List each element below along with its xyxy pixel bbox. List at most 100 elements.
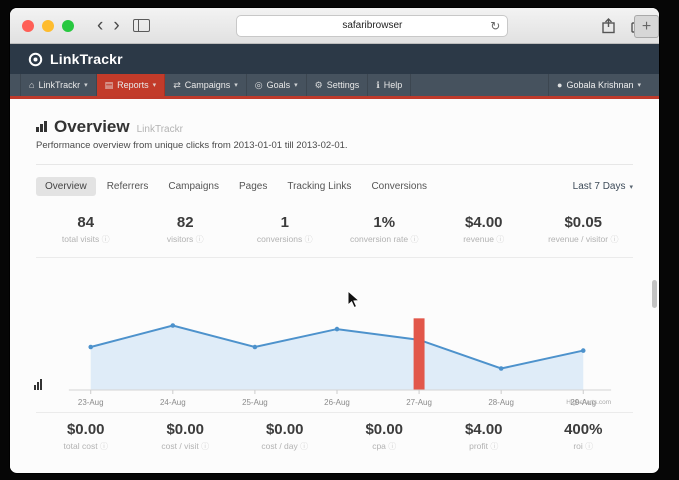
tab-referrers[interactable]: Referrers xyxy=(98,177,158,196)
stat-label: roi ⓘ xyxy=(534,441,634,452)
page-head: Overview LinkTrackr Performance overview… xyxy=(36,117,633,165)
caret-down-icon: ▾ xyxy=(84,81,88,89)
page-description: Performance overview from unique clicks … xyxy=(36,140,633,151)
stat-label: conversions ⓘ xyxy=(235,234,335,245)
brand-name[interactable]: LinkTrackr xyxy=(50,51,123,67)
caret-down-icon: ▾ xyxy=(153,81,157,89)
stat-label: conversion rate ⓘ xyxy=(335,234,435,245)
stat-value: $0.00 xyxy=(36,421,136,438)
stats-row-bottom: $0.00total cost ⓘ$0.00cost / visit ⓘ$0.0… xyxy=(36,421,633,452)
info-icon[interactable]: ⓘ xyxy=(100,442,108,451)
nav-item-label: Settings xyxy=(327,80,360,90)
stat-label: cost / day ⓘ xyxy=(235,441,335,452)
settings-icon: ⚙ xyxy=(315,80,323,91)
window-controls xyxy=(22,20,74,32)
tab-pages[interactable]: Pages xyxy=(230,177,276,196)
main-nav: ⌂LinkTrackr▾▤Reports▾⇄Campaigns▾◎Goals▾⚙… xyxy=(10,74,659,99)
info-icon[interactable]: ⓘ xyxy=(201,442,209,451)
stat-cost-day: $0.00cost / day ⓘ xyxy=(235,421,335,452)
chart-x-label: 25-Aug xyxy=(242,398,268,407)
stat-revenue-visitor: $0.05 revenue / visitor ⓘ xyxy=(534,214,634,245)
info-icon[interactable]: ⓘ xyxy=(102,235,110,244)
info-icon[interactable]: ⓘ xyxy=(388,442,396,451)
chart-marker xyxy=(335,327,340,332)
home-icon: ⌂ xyxy=(29,80,34,90)
address-bar[interactable]: safaribrowser ↻ xyxy=(236,15,508,37)
page-title: Overview xyxy=(54,117,130,137)
help-icon: ℹ xyxy=(376,80,379,91)
info-icon[interactable]: ⓘ xyxy=(300,442,308,451)
info-icon[interactable]: ⓘ xyxy=(610,235,618,244)
stat-value: $0.00 xyxy=(136,421,236,438)
caret-down-icon: ▾ xyxy=(629,183,633,191)
stat-value: 1% xyxy=(335,214,435,231)
date-range-dropdown[interactable]: Last 7 Days▾ xyxy=(573,181,633,192)
info-icon[interactable]: ⓘ xyxy=(196,235,204,244)
stat-roi: 400%roi ⓘ xyxy=(534,421,634,452)
zoom-window-button[interactable] xyxy=(62,20,74,32)
stat-label: profit ⓘ xyxy=(434,441,534,452)
stat-value: $4.00 xyxy=(434,214,534,231)
tab-tracking-links[interactable]: Tracking Links xyxy=(278,177,360,196)
stat-label: total cost ⓘ xyxy=(36,441,136,452)
refresh-icon[interactable]: ↻ xyxy=(490,19,500,33)
chart-marker xyxy=(499,366,504,371)
nav-item-goals[interactable]: ◎Goals▾ xyxy=(247,74,307,96)
chart-marker xyxy=(253,345,258,350)
tab-campaigns[interactable]: Campaigns xyxy=(159,177,228,196)
new-tab-button[interactable]: + xyxy=(634,15,659,38)
nav-item-linktrackr[interactable]: ⌂LinkTrackr▾ xyxy=(20,74,97,96)
nav-item-campaigns[interactable]: ⇄Campaigns▾ xyxy=(165,74,247,96)
stats-row-top: 84total visits ⓘ82visitors ⓘ1conversions… xyxy=(36,214,633,245)
share-icon[interactable] xyxy=(601,18,616,34)
info-icon[interactable]: ⓘ xyxy=(585,442,593,451)
browser-toolbar: ‹ › safaribrowser ↻ + xyxy=(10,8,659,44)
info-icon[interactable]: ⓘ xyxy=(410,235,418,244)
stat-total-cost: $0.00 total cost ⓘ xyxy=(36,421,136,452)
chart-x-label: 27-Aug xyxy=(406,398,432,407)
stat-value: $0.00 xyxy=(335,421,435,438)
info-icon[interactable]: ⓘ xyxy=(305,235,313,244)
nav-item-reports[interactable]: ▤Reports▾ xyxy=(97,74,166,96)
chart-marker xyxy=(88,345,93,350)
tabs-row: OverviewReferrersCampaignsPagesTracking … xyxy=(36,177,633,196)
stat-value: $0.05 xyxy=(534,214,634,231)
stat-label: revenue / visitor ⓘ xyxy=(534,234,634,245)
chart-highlight-bar xyxy=(414,318,425,390)
info-icon[interactable]: ⓘ xyxy=(496,235,504,244)
caret-down-icon: ▾ xyxy=(294,81,298,89)
mouse-cursor xyxy=(347,290,360,309)
info-icon[interactable]: ⓘ xyxy=(490,442,498,451)
stat-value: $4.00 xyxy=(434,421,534,438)
nav-item-settings[interactable]: ⚙ Settings xyxy=(307,74,369,96)
stat-total-visits: 84total visits ⓘ xyxy=(36,214,136,245)
nav-item-help[interactable]: ℹ Help xyxy=(368,74,411,96)
date-range-label: Last 7 Days xyxy=(573,181,626,192)
user-menu[interactable]: ●Gobala Krishnan▾ xyxy=(548,74,649,96)
chart-axis-icon xyxy=(34,379,42,390)
scrollbar-thumb[interactable] xyxy=(652,280,657,308)
nav-item-label: Help xyxy=(384,80,403,90)
stat-revenue: $4.00revenue ⓘ xyxy=(434,214,534,245)
url-text: safaribrowser xyxy=(342,20,402,31)
tab-conversions[interactable]: Conversions xyxy=(362,177,436,196)
back-icon[interactable]: ‹ xyxy=(92,16,108,35)
stat-conversions: 1conversions ⓘ xyxy=(235,214,335,245)
stat-label: visitors ⓘ xyxy=(136,234,236,245)
browser-window: ‹ › safaribrowser ↻ + xyxy=(10,8,659,473)
nav-item-label: Reports xyxy=(117,80,149,90)
forward-icon[interactable]: › xyxy=(108,16,124,35)
goals-icon: ◎ xyxy=(255,80,263,91)
caret-down-icon: ▾ xyxy=(637,81,641,89)
close-window-button[interactable] xyxy=(22,20,34,32)
chart-area xyxy=(91,326,584,391)
stat-visitors: 82visitors ⓘ xyxy=(136,214,236,245)
chart-x-label: 28-Aug xyxy=(488,398,514,407)
page-title-suffix: LinkTrackr xyxy=(137,124,183,135)
app-header: LinkTrackr xyxy=(10,44,659,74)
sidebar-toggle-icon[interactable] xyxy=(133,19,150,32)
user-icon: ● xyxy=(557,80,562,90)
tab-overview[interactable]: Overview xyxy=(36,177,96,196)
minimize-window-button[interactable] xyxy=(42,20,54,32)
stat-label: cpa ⓘ xyxy=(335,441,435,452)
